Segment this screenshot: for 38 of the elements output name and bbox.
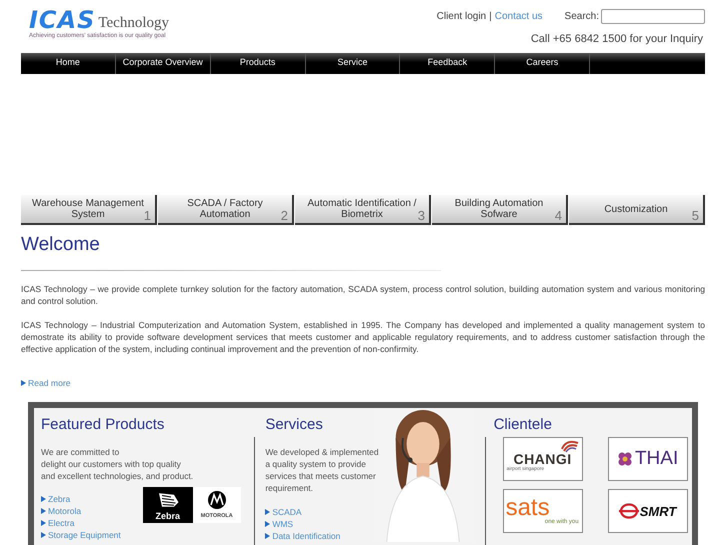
tab-number: 3 bbox=[418, 209, 425, 223]
motorola-emblem-icon bbox=[206, 490, 227, 510]
swirl-icon bbox=[560, 439, 580, 453]
phone-text: Call +65 6842 1500 for your Inquiry bbox=[530, 33, 703, 45]
client-logo: THAI bbox=[608, 437, 688, 481]
tab[interactable]: Warehouse Management System 1 bbox=[21, 195, 157, 225]
section-title: Welcome bbox=[21, 234, 101, 257]
search-label: Search: bbox=[564, 11, 599, 22]
nav-item[interactable]: Feedback bbox=[400, 53, 496, 74]
nav-item[interactable]: Careers bbox=[495, 53, 590, 74]
rail-emblem-icon bbox=[618, 503, 639, 519]
description: We developed & implemented a quality system to provide services that meets customer requirement. bbox=[265, 446, 380, 494]
tab[interactable]: Building Automation Sofware 4 bbox=[432, 195, 568, 225]
tab-number: 5 bbox=[692, 209, 699, 223]
nav-item[interactable]: Products bbox=[210, 53, 306, 74]
tab[interactable]: Automatic Identification / Biometrix 3 bbox=[295, 195, 431, 225]
paragraph: ICAS Technology – we provide complete turnkey solution for the factory automation, SCADA system, process control solution, building automation system and various monitoring and control solution. bbox=[21, 283, 705, 307]
tab-number: 2 bbox=[280, 209, 288, 223]
client-logo: SMRT bbox=[608, 489, 688, 533]
tab-number: 4 bbox=[554, 209, 562, 223]
nav-item[interactable]: Home bbox=[21, 53, 116, 74]
zebra-logo: Zebra bbox=[142, 487, 193, 523]
nav-item[interactable]: Corporate Overview bbox=[116, 53, 211, 74]
section-title: Clientele bbox=[494, 416, 553, 433]
tab[interactable]: Customization 5 bbox=[569, 195, 705, 225]
logo-mark[interactable]: ICAS bbox=[29, 8, 96, 32]
section-title: Featured Products bbox=[41, 416, 166, 433]
section-title: Services bbox=[265, 416, 324, 433]
tab[interactable]: SCADA / Factory Automation 2 bbox=[158, 195, 294, 225]
client-login-link[interactable]: Client login bbox=[436, 11, 486, 22]
separator: | bbox=[489, 11, 492, 22]
description: We are committed to delight our customers with top quality and excellent technologies, and product. bbox=[41, 446, 194, 482]
nav-item[interactable]: Service bbox=[306, 53, 400, 74]
orchid-icon bbox=[616, 451, 633, 467]
search-field[interactable] bbox=[601, 9, 705, 24]
tab-number: 1 bbox=[144, 209, 151, 223]
paragraph: ICAS Technology – Industrial Computerization and Automation System, established in 1995. The Company has developed and implemented a quality management system to demostrate its ability to provide software development services that meets customer and applicable regulatory requirements, and to address customer satisfaction through the effective application of the system, including continual improvement and the prevention of non-confirmity. bbox=[21, 319, 705, 355]
logo-text: Technology bbox=[98, 14, 170, 32]
